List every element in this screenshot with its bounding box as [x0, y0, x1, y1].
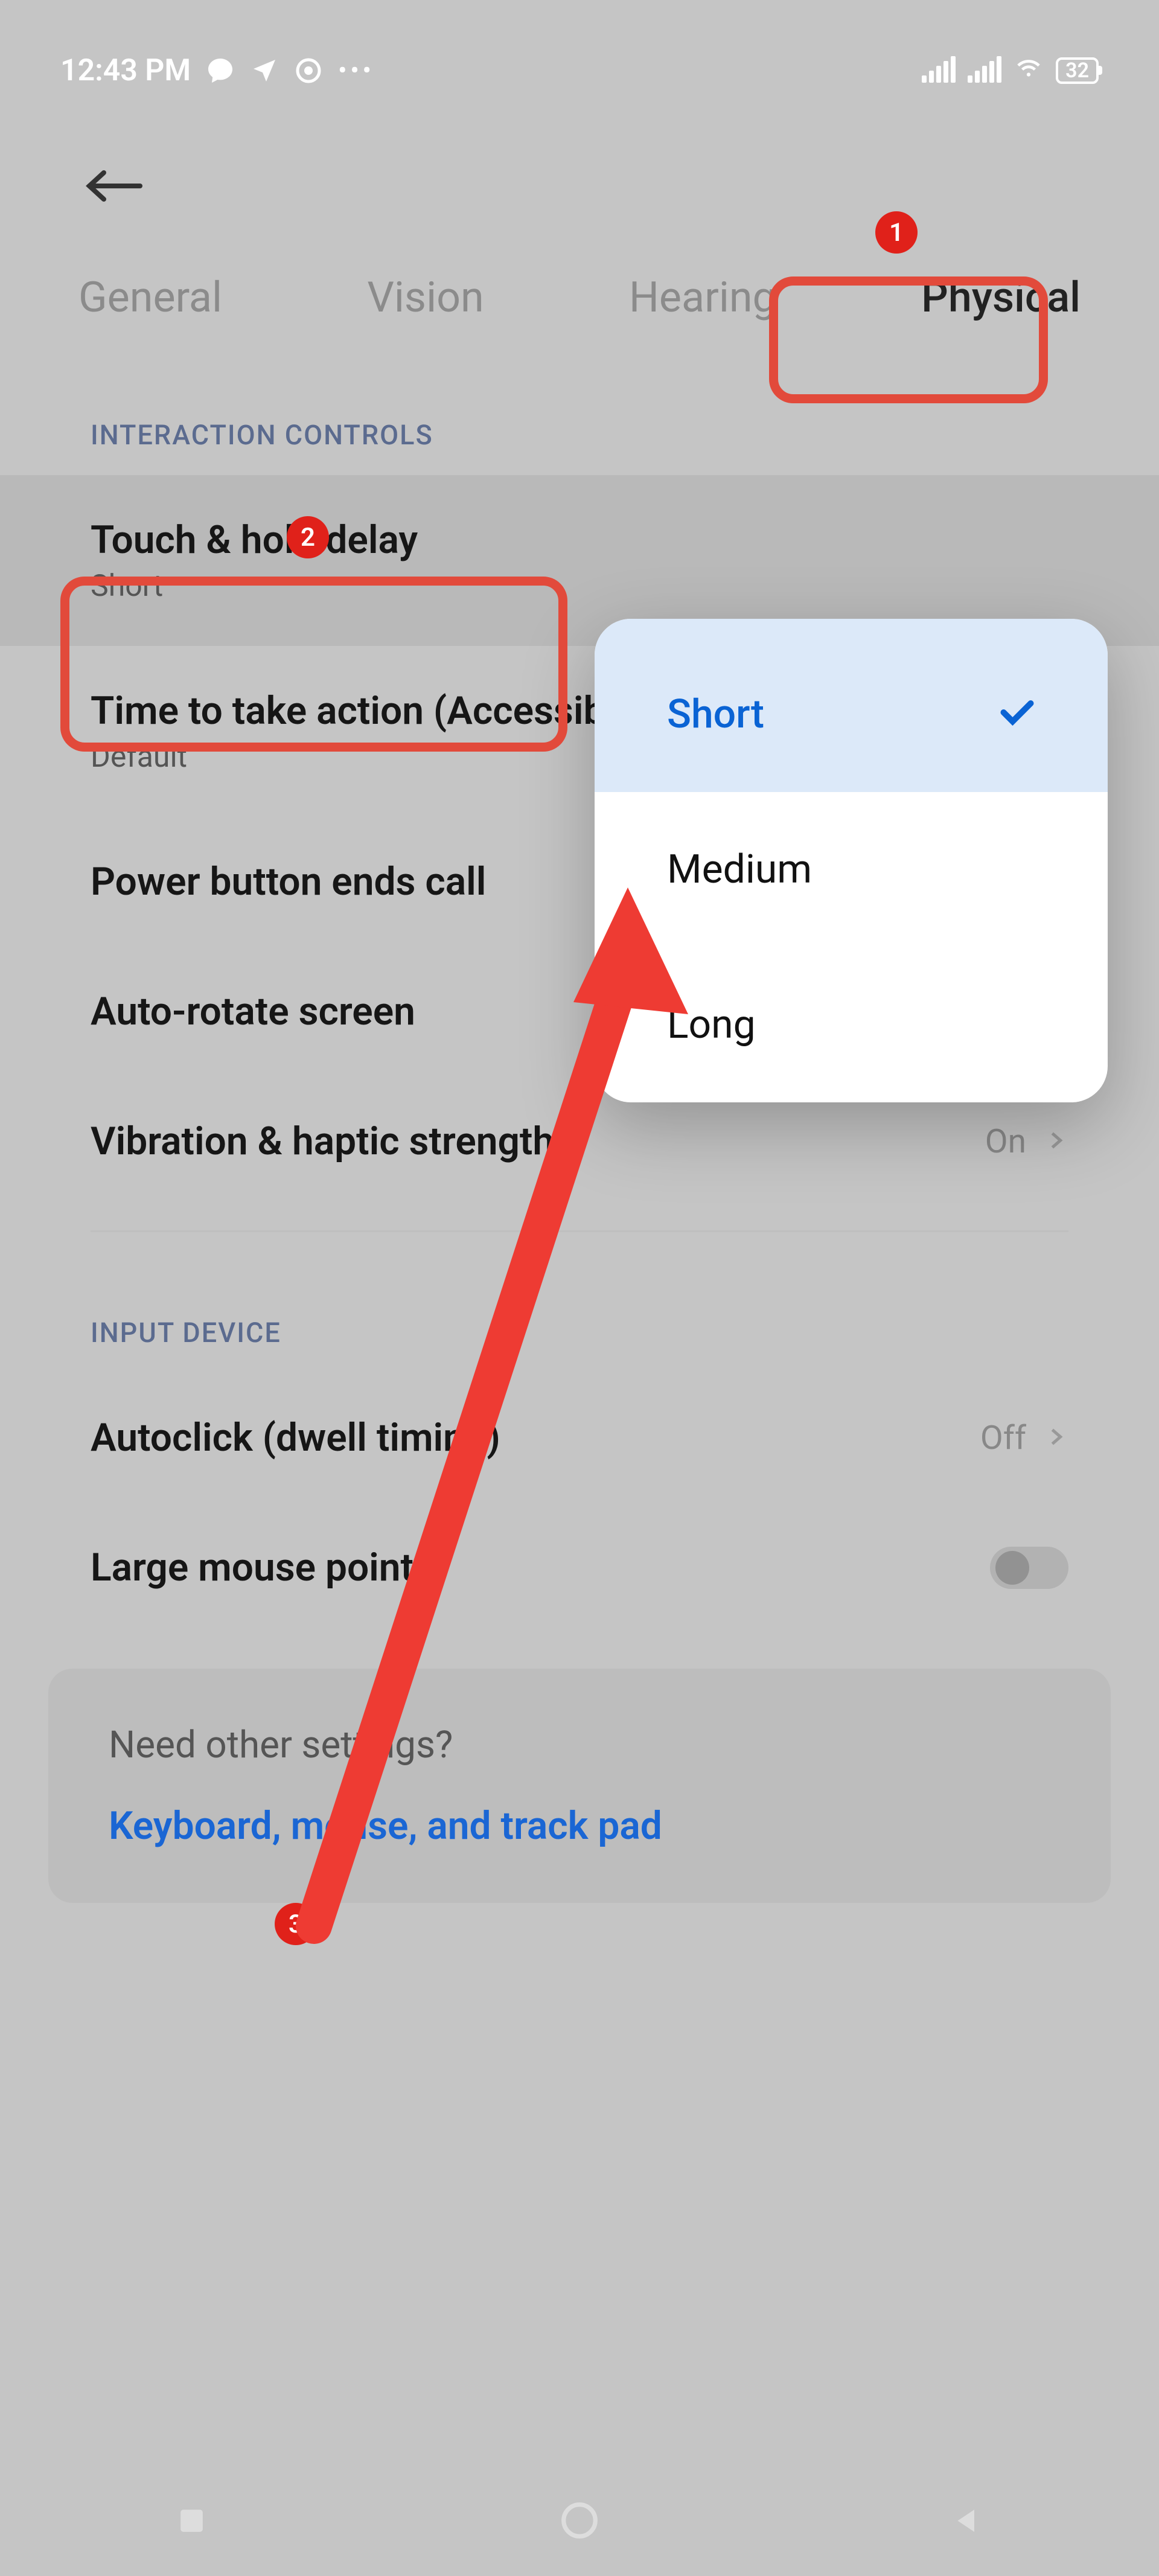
section-input-device: INPUT DEVICE — [0, 1256, 1159, 1373]
nav-home-icon[interactable] — [558, 2499, 601, 2544]
item-subtitle: Short — [91, 569, 418, 604]
item-title: Vibration & haptic strength — [91, 1119, 554, 1164]
touch-hold-delay-popup: Short Medium Long — [595, 619, 1108, 1102]
popup-option-label: Long — [667, 1002, 756, 1048]
popup-option-medium[interactable]: Medium — [595, 792, 1108, 947]
tab-hearing[interactable]: Hearing — [629, 273, 776, 322]
item-right-group: Off — [980, 1419, 1068, 1457]
divider — [91, 1230, 1068, 1232]
system-nav-bar — [0, 2467, 1159, 2576]
item-value: Off — [980, 1419, 1026, 1457]
wifi-icon — [1014, 51, 1044, 89]
item-text-group: Auto-rotate screen — [91, 989, 415, 1034]
check-icon — [999, 691, 1035, 738]
hint-title: Need other settings? — [109, 1723, 1050, 1767]
hint-card: Need other settings? Keyboard, mouse, an… — [48, 1669, 1111, 1903]
signal-icon-1 — [922, 59, 956, 83]
item-text-group: Vibration & haptic strength — [91, 1119, 554, 1164]
send-icon — [250, 56, 279, 85]
status-right-group: 32 — [922, 51, 1099, 89]
tab-physical[interactable]: Physical — [921, 273, 1081, 322]
item-text-group: Autoclick (dwell timing) — [91, 1415, 500, 1460]
item-title: Touch & hold delay — [91, 517, 418, 563]
tab-vision[interactable]: Vision — [367, 273, 484, 322]
chrome-icon — [294, 56, 323, 85]
more-dots-icon: ••• — [338, 56, 375, 85]
item-text-group: Touch & hold delay Short — [91, 517, 418, 604]
phone-screen: 12:43 PM ••• 32 Genera — [0, 0, 1159, 2576]
item-text-group: Large mouse pointer — [91, 1545, 449, 1590]
popup-option-label: Medium — [667, 846, 812, 893]
item-large-mouse-pointer[interactable]: Large mouse pointer — [0, 1503, 1159, 1632]
nav-back-icon[interactable] — [951, 2504, 984, 2540]
item-title: Power button ends call — [91, 859, 486, 904]
chevron-right-icon — [1044, 1419, 1068, 1457]
back-button[interactable] — [0, 107, 1159, 255]
item-title: Autoclick (dwell timing) — [91, 1415, 500, 1460]
status-bar: 12:43 PM ••• 32 — [0, 0, 1159, 107]
tab-general[interactable]: General — [78, 273, 222, 322]
section-interaction-controls: INTERACTION CONTROLS — [0, 359, 1159, 475]
item-title: Large mouse pointer — [91, 1545, 449, 1590]
item-value: On — [985, 1122, 1026, 1161]
status-time: 12:43 PM — [60, 53, 191, 88]
item-autoclick[interactable]: Autoclick (dwell timing) Off — [0, 1373, 1159, 1503]
status-left-group: 12:43 PM ••• — [60, 53, 375, 88]
popup-option-label: Short — [667, 691, 764, 738]
popup-option-long[interactable]: Long — [595, 947, 1108, 1102]
hint-link-keyboard-mouse[interactable]: Keyboard, mouse, and track pad — [109, 1803, 1050, 1849]
tabs-row: General Vision Hearing Physical — [0, 255, 1159, 359]
item-text-group: Power button ends call — [91, 859, 486, 904]
signal-icon-2 — [968, 59, 1001, 83]
annotation-badge-3: 3 — [275, 1903, 317, 1945]
chevron-right-icon — [1044, 1122, 1068, 1161]
popup-option-short[interactable]: Short — [595, 619, 1108, 792]
item-right-group: On — [985, 1122, 1068, 1161]
nav-recent-icon[interactable] — [175, 2504, 208, 2540]
battery-icon: 32 — [1056, 57, 1099, 84]
chat-icon — [206, 56, 235, 85]
battery-level: 32 — [1065, 59, 1089, 83]
item-title: Auto-rotate screen — [91, 989, 415, 1034]
toggle-large-pointer[interactable] — [990, 1547, 1068, 1589]
